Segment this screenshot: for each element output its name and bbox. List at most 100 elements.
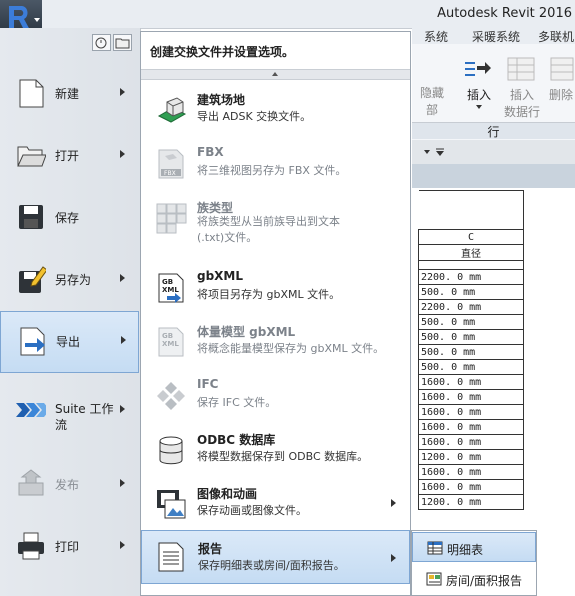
- ribbon-insert-data-row-label-1: 插入: [509, 88, 534, 102]
- menu-item-open[interactable]: 打开: [0, 126, 139, 186]
- ribbon-delete-button[interactable]: 删除: [547, 86, 575, 103]
- menu-item-publish-label: 发布: [55, 478, 80, 492]
- schedule-diameter-cell[interactable]: 500. 0 mm: [418, 284, 524, 300]
- export-item-gbxml-desc: 将项目另存为 gbXML 文件。: [197, 288, 341, 301]
- open-documents-button[interactable]: [113, 34, 132, 51]
- export-item-ifc[interactable]: IFC 保存 IFC 文件。: [141, 368, 410, 422]
- ribbon-tab-heating[interactable]: 采暖系统: [472, 28, 520, 45]
- schedule-table: C 直径 2200. 0 mm 500. 0 mm 2200. 0 mm 500. 0…: [418, 190, 524, 510]
- ribbon-insert-button[interactable]: 插入: [461, 86, 497, 109]
- open-documents-icon: [115, 38, 130, 49]
- insert-dropdown-icon: [476, 105, 482, 109]
- film-image-icon: [157, 490, 186, 519]
- menu-item-publish[interactable]: 发布: [0, 455, 139, 515]
- menu-item-export[interactable]: 导出: [0, 311, 139, 373]
- menu-item-print[interactable]: 打印: [0, 517, 139, 577]
- export-menu-header-text: 创建交换文件并设置选项。: [150, 45, 295, 59]
- svg-text:XML: XML: [162, 340, 179, 348]
- schedule-table-icon: [427, 541, 443, 555]
- menu-item-save-as-label: 另存为: [55, 273, 92, 287]
- schedule-title-cell: [418, 190, 524, 230]
- ifc-logo-icon: [157, 382, 185, 410]
- export-document-icon: [20, 327, 45, 356]
- menu-item-suite-workflow[interactable]: Suite 工作 流: [0, 381, 139, 441]
- schedule-diameter-cell[interactable]: 2200. 0 mm: [418, 269, 524, 285]
- submenu-item-schedule[interactable]: 明细表: [412, 532, 536, 562]
- report-document-icon: [158, 542, 184, 572]
- export-item-odbc-desc: 将模型数据保存到 ODBC 数据库。: [197, 450, 369, 463]
- schedule-body: 2200. 0 mm 500. 0 mm 2200. 0 mm 500. 0 mm 50…: [418, 269, 524, 510]
- column-letter-header[interactable]: C: [418, 229, 524, 245]
- printer-icon: [18, 532, 44, 560]
- menu-item-save[interactable]: 保存: [0, 188, 139, 248]
- schedule-diameter-cell[interactable]: 500. 0 mm: [418, 359, 524, 375]
- export-item-family-types[interactable]: 族类型 将族类型从当前族导出到文本(.txt)文件。: [141, 190, 410, 246]
- svg-text:FBX: FBX: [164, 170, 176, 177]
- scroll-up-button[interactable]: [141, 69, 410, 80]
- insert-data-row-icon: [507, 57, 535, 81]
- chevron-right-icon: [120, 479, 125, 487]
- export-item-odbc-title: ODBC 数据库: [197, 433, 276, 447]
- insert-row-icon: [465, 62, 491, 76]
- menu-item-save-as[interactable]: 另存为: [0, 250, 139, 310]
- view-tab-strip: [412, 164, 575, 188]
- export-item-images-animations-desc: 保存动画或图像文件。: [197, 504, 307, 517]
- schedule-diameter-cell[interactable]: 1600. 0 mm: [418, 464, 524, 480]
- export-item-gbxml[interactable]: GB XML gbXML 将项目另存为 gbXML 文件。: [141, 260, 410, 314]
- gbxml-file-icon: GBXML: [158, 273, 184, 303]
- export-item-images-animations[interactable]: 图像和动画 保存动画或图像文件。: [141, 476, 410, 530]
- svg-text:GB: GB: [162, 332, 173, 340]
- building-site-icon: [157, 97, 187, 123]
- ribbon-hide-button[interactable]: 隐藏 部: [414, 84, 450, 118]
- export-item-mass-gbxml[interactable]: GB XML 体量模型 gbXML 将概念能量模型保存为 gbXML 文件。: [141, 314, 410, 368]
- submenu-item-room-area-report[interactable]: 房间/面积报告: [412, 564, 536, 594]
- ribbon-tab-systems[interactable]: 系统: [424, 28, 448, 45]
- scroll-up-arrow-icon: [272, 72, 278, 76]
- schedule-diameter-cell[interactable]: 500. 0 mm: [418, 329, 524, 345]
- menu-item-new[interactable]: 新建: [0, 64, 139, 124]
- chevron-right-icon: [120, 274, 125, 282]
- schedule-diameter-cell[interactable]: 1600. 0 mm: [418, 479, 524, 495]
- menu-item-save-label: 保存: [55, 211, 80, 225]
- schedule-diameter-cell[interactable]: 1600. 0 mm: [418, 389, 524, 405]
- view-dropdown-icon[interactable]: [424, 148, 444, 158]
- schedule-diameter-cell[interactable]: 1600. 0 mm: [418, 434, 524, 450]
- publish-icon: [18, 469, 44, 496]
- database-cylinder-icon: [159, 436, 183, 465]
- chevron-right-icon: [121, 336, 126, 344]
- fbx-file-icon: FBX: [158, 149, 184, 179]
- schedule-diameter-cell[interactable]: 1200. 0 mm: [418, 449, 524, 465]
- ribbon-insert-data-row-button[interactable]: 插入 数据行: [500, 86, 544, 120]
- submenu-item-schedule-label: 明细表: [447, 543, 484, 557]
- schedule-diameter-cell[interactable]: 1600. 0 mm: [418, 419, 524, 435]
- export-item-ifc-title: IFC: [197, 377, 219, 391]
- export-item-fbx-title: FBX: [197, 145, 224, 159]
- svg-text:GB: GB: [162, 278, 173, 286]
- app-title: Autodesk Revit 2016: [437, 6, 572, 21]
- recent-documents-icon: [95, 37, 107, 49]
- mass-gbxml-file-icon: GBXML: [158, 327, 184, 357]
- export-item-images-animations-title: 图像和动画: [197, 487, 258, 501]
- column-name-header[interactable]: 直径: [418, 244, 524, 261]
- schedule-diameter-cell[interactable]: 1600. 0 mm: [418, 404, 524, 420]
- schedule-diameter-cell[interactable]: 1200. 0 mm: [418, 494, 524, 510]
- recent-documents-button[interactable]: [92, 34, 111, 51]
- ribbon-insert-label: 插入: [466, 88, 491, 102]
- export-item-building-site-title: 建筑场地: [197, 93, 246, 107]
- export-item-reports[interactable]: 报告 保存明细表或房间/面积报告。: [141, 530, 410, 584]
- export-item-building-site[interactable]: 建筑场地 导出 ADSK 交换文件。: [141, 82, 410, 136]
- export-item-odbc[interactable]: ODBC 数据库 将模型数据保存到 ODBC 数据库。: [141, 422, 410, 476]
- schedule-diameter-cell[interactable]: 500. 0 mm: [418, 314, 524, 330]
- export-item-mass-gbxml-title: 体量模型 gbXML: [197, 325, 296, 339]
- chevron-right-icon: [391, 499, 396, 507]
- export-item-fbx[interactable]: FBX FBX 将三维视图另存为 FBX 文件。: [141, 136, 410, 190]
- schedule-diameter-cell[interactable]: 500. 0 mm: [418, 344, 524, 360]
- schedule-diameter-cell[interactable]: 2200. 0 mm: [418, 299, 524, 315]
- ribbon-insert-data-row-label-2: 数据行: [503, 105, 540, 119]
- properties-bar: [412, 140, 575, 165]
- svg-text:XML: XML: [162, 286, 179, 294]
- menu-item-open-label: 打开: [55, 149, 80, 163]
- ribbon-tab-vrf[interactable]: 多联机: [538, 28, 574, 45]
- room-area-report-icon: [426, 572, 442, 586]
- schedule-diameter-cell[interactable]: 1600. 0 mm: [418, 374, 524, 390]
